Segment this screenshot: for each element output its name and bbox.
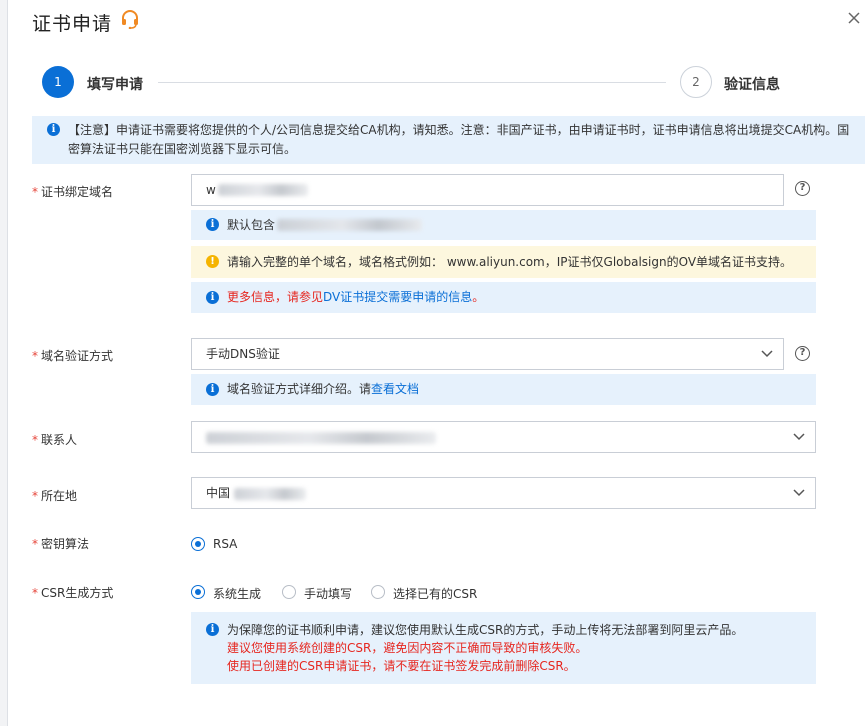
verify-method-label: * 域名验证方式 xyxy=(32,349,114,363)
rsa-radio[interactable] xyxy=(191,537,205,551)
domain-format-warning: ! 请输入完整的单个域名，域名格式例如： www.aliyun.com，IP证书… xyxy=(191,246,816,278)
location-select[interactable]: 中国 xyxy=(191,477,816,509)
csr-system-generate-label[interactable]: 系统生成 xyxy=(213,585,261,602)
info-icon: i xyxy=(206,291,219,304)
csr-tip: i 为保障您的证书顺利申请，建议您使用默认生成CSR的方式，手动上传将无法部署到… xyxy=(191,612,816,684)
rsa-radio-label[interactable]: RSA xyxy=(213,537,237,551)
domain-input[interactable]: w xyxy=(191,174,784,206)
dialog-title: 证书申请 xyxy=(32,13,113,35)
csr-tip-line: 建议您使用系统创建的CSR，避免因内容不正确而导致的审核失败。 xyxy=(227,641,588,655)
location-label: * 所在地 xyxy=(32,489,78,503)
help-icon[interactable]: ? xyxy=(795,346,810,361)
verify-method-select[interactable]: 手动DNS验证 xyxy=(191,338,784,370)
csr-manual-label[interactable]: 手动填写 xyxy=(304,585,352,602)
dialog-header: 证书申请 xyxy=(8,0,865,44)
chevron-down-icon xyxy=(793,489,805,497)
csr-manual-radio[interactable] xyxy=(282,585,296,599)
help-icon[interactable]: ? xyxy=(795,181,810,196)
domain-default-tip: i 默认包含 xyxy=(191,210,816,240)
view-docs-link[interactable]: 查看文档 xyxy=(371,382,419,396)
step-label: 填写申请 xyxy=(87,77,143,93)
notice-banner: i 【注意】申请证书需要将您提供的个人/公司信息提交给CA机构，请知悉。注意：非… xyxy=(32,116,865,164)
redacted-value xyxy=(277,219,422,231)
contact-label: * 联系人 xyxy=(32,433,78,447)
csr-system-generate-radio[interactable] xyxy=(191,585,205,599)
redacted-value xyxy=(234,488,306,500)
info-icon: i xyxy=(47,123,60,136)
step-number: 1 xyxy=(42,66,74,98)
step-number: 2 xyxy=(680,66,712,98)
csr-existing-label[interactable]: 选择已有的CSR xyxy=(393,585,477,602)
close-icon[interactable] xyxy=(846,10,862,26)
redacted-value xyxy=(218,184,308,196)
dv-info-link[interactable]: DV证书提交需要申请的信息 xyxy=(323,290,472,304)
info-icon: i xyxy=(206,383,219,396)
step-connector xyxy=(158,82,666,83)
step-label: 验证信息 xyxy=(724,77,780,93)
info-icon: i xyxy=(206,218,219,231)
steps-indicator: 1 填写申请 2 验证信息 xyxy=(42,64,802,100)
headset-support-icon[interactable] xyxy=(120,9,140,29)
key-algorithm-label: * 密钥算法 xyxy=(32,537,90,551)
csr-tip-line: 使用已创建的CSR申请证书，请不要在证书签发完成前删除CSR。 xyxy=(227,659,576,673)
backdrop-page xyxy=(0,0,8,726)
contact-select[interactable] xyxy=(191,421,816,453)
chevron-down-icon xyxy=(761,350,773,358)
redacted-value xyxy=(206,432,436,444)
csr-method-label: * CSR生成方式 xyxy=(32,586,114,600)
domain-more-info-tip: i 更多信息，请参见DV证书提交需要申请的信息。 xyxy=(191,282,816,313)
info-icon: i xyxy=(206,623,219,636)
notice-text: 【注意】申请证书需要将您提供的个人/公司信息提交给CA机构，请知悉。注意：非国产… xyxy=(68,123,850,156)
certificate-apply-dialog: 证书申请 1 填写申请 2 验证信息 i 【注意】申请证书需要将您提供的个人/公… xyxy=(8,0,865,726)
csr-existing-radio[interactable] xyxy=(371,585,385,599)
csr-tip-line: 为保障您的证书顺利申请，建议您使用默认生成CSR的方式，手动上传将无法部署到阿里… xyxy=(227,623,744,637)
chevron-down-icon xyxy=(793,433,805,441)
verify-method-tip: i 域名验证方式详细介绍。请查看文档 xyxy=(191,374,816,405)
warning-icon: ! xyxy=(206,255,219,268)
domain-label: * 证书绑定域名 xyxy=(32,185,114,199)
